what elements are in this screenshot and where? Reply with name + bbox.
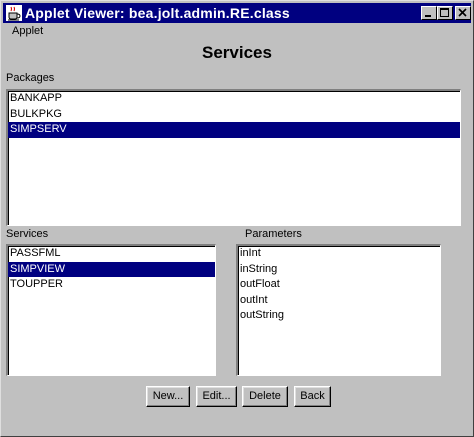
maximize-button[interactable] [437,6,453,20]
maximize-icon [440,8,449,17]
title-bar[interactable]: Applet Viewer: bea.jolt.admin.RE.class [3,3,471,23]
packages-label: Packages [6,72,55,84]
delete-button[interactable]: Delete [242,386,288,407]
minimize-icon [425,15,431,17]
parameter-item-outstring[interactable]: outString [238,308,440,324]
parameters-list[interactable]: inInt inString outFloat outInt outString [236,244,441,376]
page-title: Services [202,43,272,62]
package-item-bulkpkg[interactable]: BULKPKG [8,107,460,123]
service-item-toupper[interactable]: TOUPPER [8,277,215,293]
package-item-simpserv[interactable]: SIMPSERV [8,122,460,138]
menu-bar: Applet [3,23,471,39]
parameters-label: Parameters [245,228,302,240]
close-button[interactable] [455,6,471,20]
applet-content: Services Packages BANKAPP BULKPKG SIMPSE… [3,39,471,435]
back-button[interactable]: Back [294,386,331,407]
package-item-bankapp[interactable]: BANKAPP [8,91,460,107]
parameter-item-inint[interactable]: inInt [238,246,440,262]
services-list[interactable]: PASSFML SIMPVIEW TOUPPER [6,244,216,376]
window-title: Applet Viewer: bea.jolt.admin.RE.class [25,5,290,21]
service-item-passfml[interactable]: PASSFML [8,246,215,262]
new-button[interactable]: New... [146,386,190,407]
services-label: Services [6,228,49,240]
parameter-item-instring[interactable]: inString [238,262,440,278]
java-coffee-cup-icon[interactable] [6,5,22,21]
applet-viewer-window: Applet Viewer: bea.jolt.admin.RE.class A… [0,0,474,437]
edit-button[interactable]: Edit... [196,386,237,407]
close-icon [458,8,467,17]
menu-applet[interactable]: Applet [12,24,43,38]
packages-list[interactable]: BANKAPP BULKPKG SIMPSERV [6,89,461,226]
parameter-item-outfloat[interactable]: outFloat [238,277,440,293]
parameter-item-outint[interactable]: outInt [238,293,440,309]
service-item-simpview[interactable]: SIMPVIEW [8,261,215,277]
minimize-button[interactable] [421,6,437,20]
